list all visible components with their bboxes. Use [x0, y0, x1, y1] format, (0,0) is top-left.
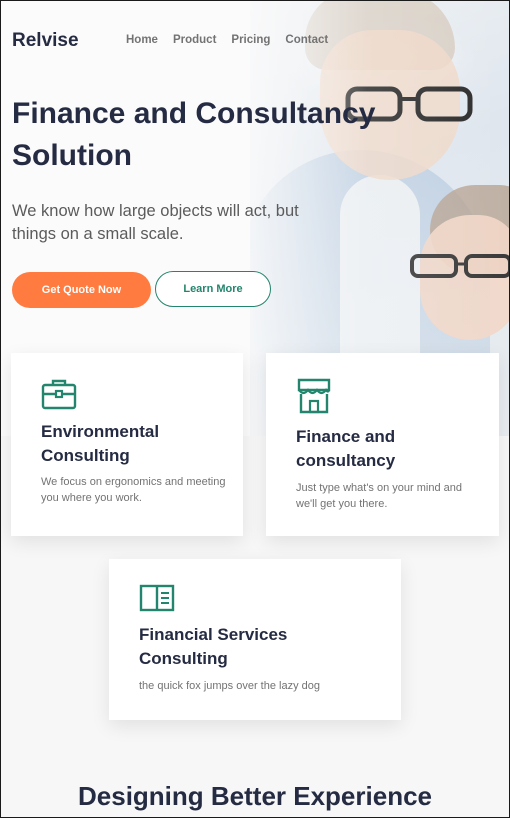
service-description: the quick fox jumps over the lazy dog — [139, 680, 320, 692]
brand-logo[interactable]: Relvise — [12, 30, 79, 52]
nav-product[interactable]: Product — [173, 34, 216, 46]
service-title: Finance and consultancy — [296, 427, 396, 470]
nav-pricing[interactable]: Pricing — [231, 34, 270, 46]
service-description: We focus on ergonomics and meeting you w… — [41, 476, 226, 504]
service-title: Financial Services Consulting — [139, 625, 288, 668]
get-quote-label: Get Quote Now — [41, 284, 122, 296]
service-card-finance[interactable]: Finance and consultancy Just type what's… — [266, 353, 499, 536]
book-open-icon — [139, 584, 175, 612]
main-nav: Home Product Pricing Contact — [126, 34, 328, 46]
section-title: Designing Better Experience — [78, 781, 432, 811]
service-card-financial-services[interactable]: Financial Services Consulting the quick … — [109, 559, 401, 720]
nav-contact[interactable]: Contact — [285, 34, 328, 46]
get-quote-button[interactable]: Get Quote Now — [12, 272, 151, 308]
nav-home[interactable]: Home — [126, 34, 158, 46]
hero-subtitle: We know how large objects will act, but … — [12, 202, 299, 243]
service-card-environmental[interactable]: Environmental Consulting We focus on erg… — [11, 353, 243, 536]
storefront-icon — [297, 378, 331, 414]
learn-more-button[interactable]: Learn More — [155, 271, 271, 307]
service-description: Just type what's on your mind and we'll … — [296, 482, 462, 510]
hero-title: Finance and Consultancy Solution — [12, 97, 376, 172]
service-title: Environmental Consulting — [41, 422, 160, 465]
learn-more-label: Learn More — [183, 283, 243, 295]
briefcase-icon — [41, 379, 77, 410]
